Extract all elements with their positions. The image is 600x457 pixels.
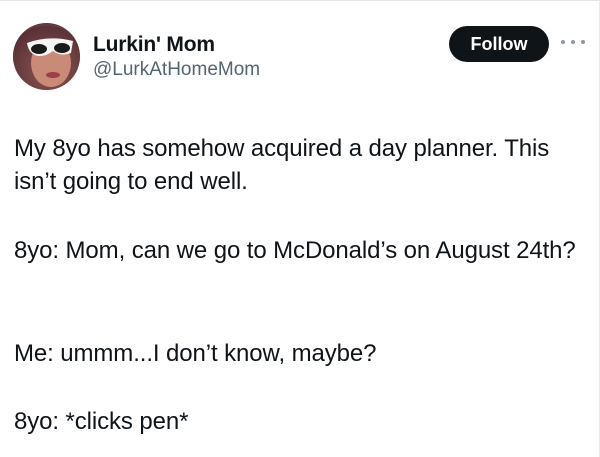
tweet-card: Lurkin' Mom @LurkAtHomeMom Follow My 8yo… (0, 0, 600, 457)
dot (561, 40, 565, 44)
tweet-text-paragraph: 8yo: Mom, can we go to McDonald’s on Aug… (14, 237, 576, 264)
tweet-text-paragraph: Me: ummm...I don’t know, maybe? (14, 340, 377, 367)
follow-button[interactable]: Follow (449, 26, 549, 62)
user-info: Lurkin' Mom @LurkAtHomeMom (93, 33, 260, 82)
dot (581, 40, 585, 44)
tweet-text-paragraph: My 8yo has somehow acquired a day planne… (14, 135, 550, 195)
dot (571, 40, 575, 44)
display-name[interactable]: Lurkin' Mom (93, 33, 260, 57)
more-options-icon[interactable] (561, 35, 585, 49)
user-handle[interactable]: @LurkAtHomeMom (93, 58, 260, 82)
avatar-photo (13, 26, 80, 90)
tweet-text-paragraph: 8yo: *clicks pen* (14, 408, 189, 435)
avatar[interactable] (13, 23, 80, 90)
